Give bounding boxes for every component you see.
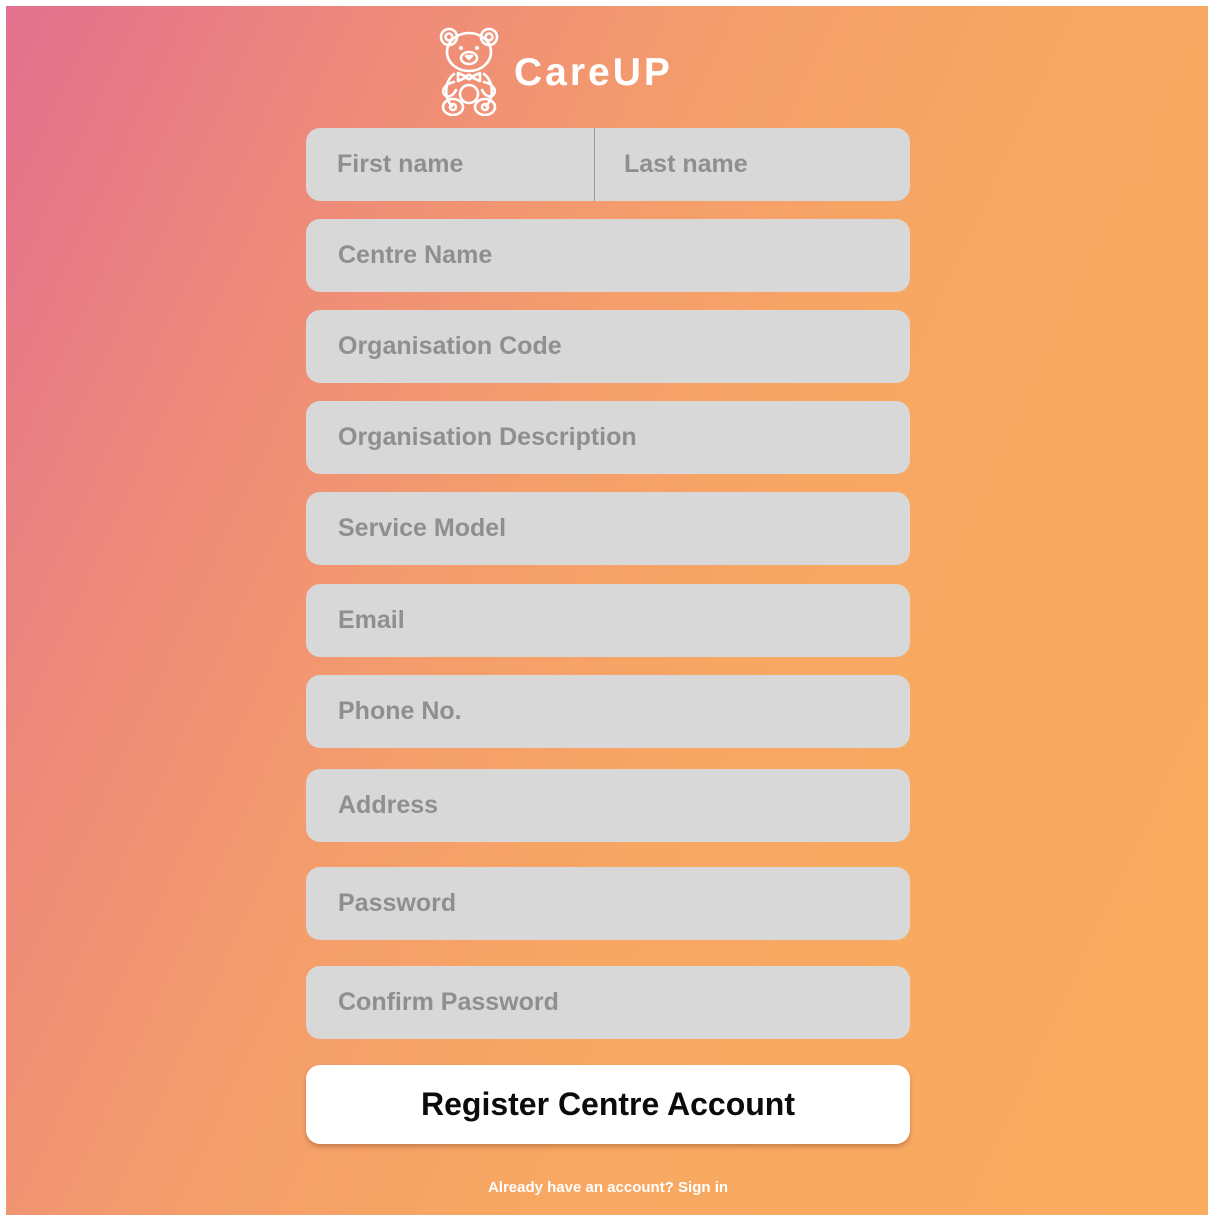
organisation-code-placeholder: Organisation Code [338, 332, 562, 360]
first-name-placeholder: First name [337, 150, 464, 178]
register-centre-account-button[interactable]: Register Centre Account [306, 1065, 910, 1144]
password-input[interactable]: Password [306, 867, 910, 940]
centre-name-input[interactable]: Centre Name [306, 219, 910, 292]
first-name-input[interactable]: First name [306, 128, 595, 201]
last-name-input[interactable]: Last name [595, 128, 910, 201]
phone-placeholder: Phone No. [338, 697, 462, 725]
name-field-group: First name Last name [306, 128, 910, 201]
service-model-input[interactable]: Service Model [306, 492, 910, 565]
sign-in-prompt: Already have an account? Sign in [306, 1179, 910, 1196]
password-placeholder: Password [338, 889, 457, 917]
phone-input[interactable]: Phone No. [306, 675, 910, 748]
sign-in-prompt-text: Already have an account? [487, 1179, 674, 1196]
address-input[interactable]: Address [306, 769, 910, 842]
address-placeholder: Address [338, 791, 439, 819]
confirm-password-input[interactable]: Confirm Password [306, 966, 910, 1039]
teddy-bear-icon [439, 27, 499, 116]
sign-in-link[interactable]: Sign in [678, 1179, 728, 1196]
brand-name: CareUP [514, 50, 673, 94]
service-model-placeholder: Service Model [338, 514, 507, 542]
centre-name-placeholder: Centre Name [338, 241, 493, 269]
email-input[interactable]: Email [306, 584, 910, 657]
brand-logo: CareUP [436, 24, 673, 116]
organisation-code-input[interactable]: Organisation Code [306, 310, 910, 383]
confirm-password-placeholder: Confirm Password [338, 988, 559, 1016]
email-placeholder: Email [338, 606, 405, 634]
organisation-description-placeholder: Organisation Description [338, 423, 637, 451]
last-name-placeholder: Last name [624, 150, 748, 178]
registration-screen: CareUP First name Last name Centre Name … [6, 6, 1208, 1215]
organisation-description-input[interactable]: Organisation Description [306, 401, 910, 474]
